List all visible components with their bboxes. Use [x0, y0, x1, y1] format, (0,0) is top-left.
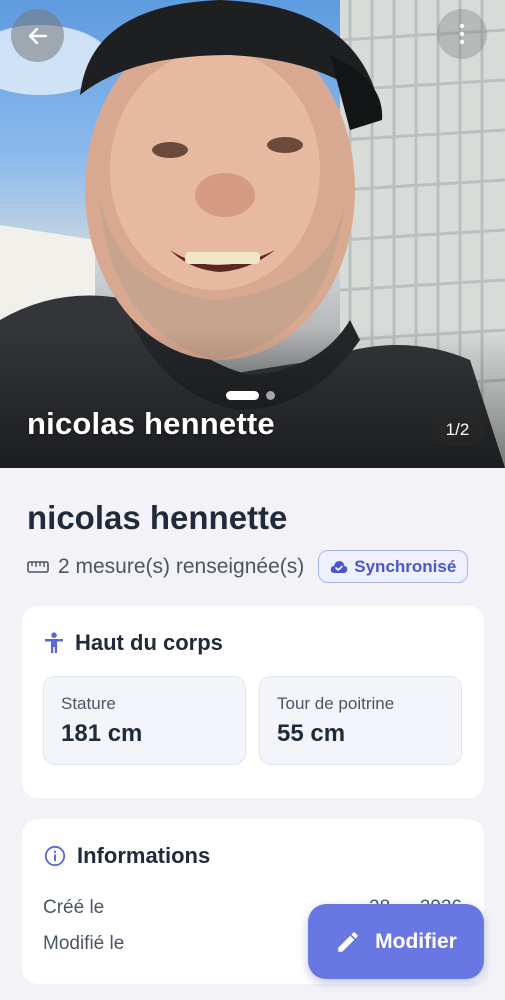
- info-title: Informations: [77, 843, 211, 868]
- photo-counter: 1/2: [431, 414, 484, 446]
- created-label: Créé le: [43, 897, 105, 918]
- sync-status-badge: Synchronisé: [318, 550, 469, 583]
- carousel-dot-active[interactable]: [226, 391, 259, 400]
- measure-count-text: 2 mesure(s) renseignée(s): [58, 554, 305, 578]
- more-options-button[interactable]: [437, 9, 487, 59]
- info-circle-icon: [44, 845, 66, 867]
- more-vertical-icon: [459, 23, 465, 45]
- hero-name: nicolas hennette: [27, 406, 275, 441]
- measure-summary-row: 2 mesure(s) renseignée(s) Synchronisé: [27, 550, 469, 583]
- measure-value: 181 cm: [61, 720, 143, 747]
- info-title-row: Informations: [44, 843, 210, 869]
- back-button[interactable]: [11, 9, 64, 62]
- edit-button[interactable]: Modifier: [308, 904, 484, 979]
- edit-button-label: Modifier: [375, 929, 457, 953]
- profile-photo-carousel[interactable]: nicolas hennette 1/2: [0, 0, 505, 468]
- modified-label: Modifié le: [43, 933, 125, 954]
- measure-chest[interactable]: Tour de poitrine 55 cm: [259, 676, 462, 765]
- upper-body-title: Haut du corps: [75, 630, 223, 655]
- measure-label: Tour de poitrine: [277, 694, 395, 713]
- sync-status-text: Synchronisé: [354, 556, 457, 576]
- profile-name: nicolas hennette: [27, 499, 288, 536]
- person-icon: [45, 632, 63, 653]
- pencil-icon: [338, 931, 358, 952]
- measure-stature[interactable]: Stature 181 cm: [43, 676, 246, 765]
- carousel-dot[interactable]: [266, 391, 275, 400]
- arrow-left-icon: [28, 27, 47, 44]
- ruler-icon: [27, 560, 49, 573]
- carousel-indicator: [226, 391, 275, 400]
- upper-body-card: Haut du corps Stature 181 cm Tour de poi…: [22, 606, 484, 798]
- upper-body-title-row: Haut du corps: [44, 630, 223, 656]
- measure-label: Stature: [61, 694, 116, 713]
- measure-value: 55 cm: [277, 720, 346, 747]
- cloud-check-icon: [331, 560, 348, 573]
